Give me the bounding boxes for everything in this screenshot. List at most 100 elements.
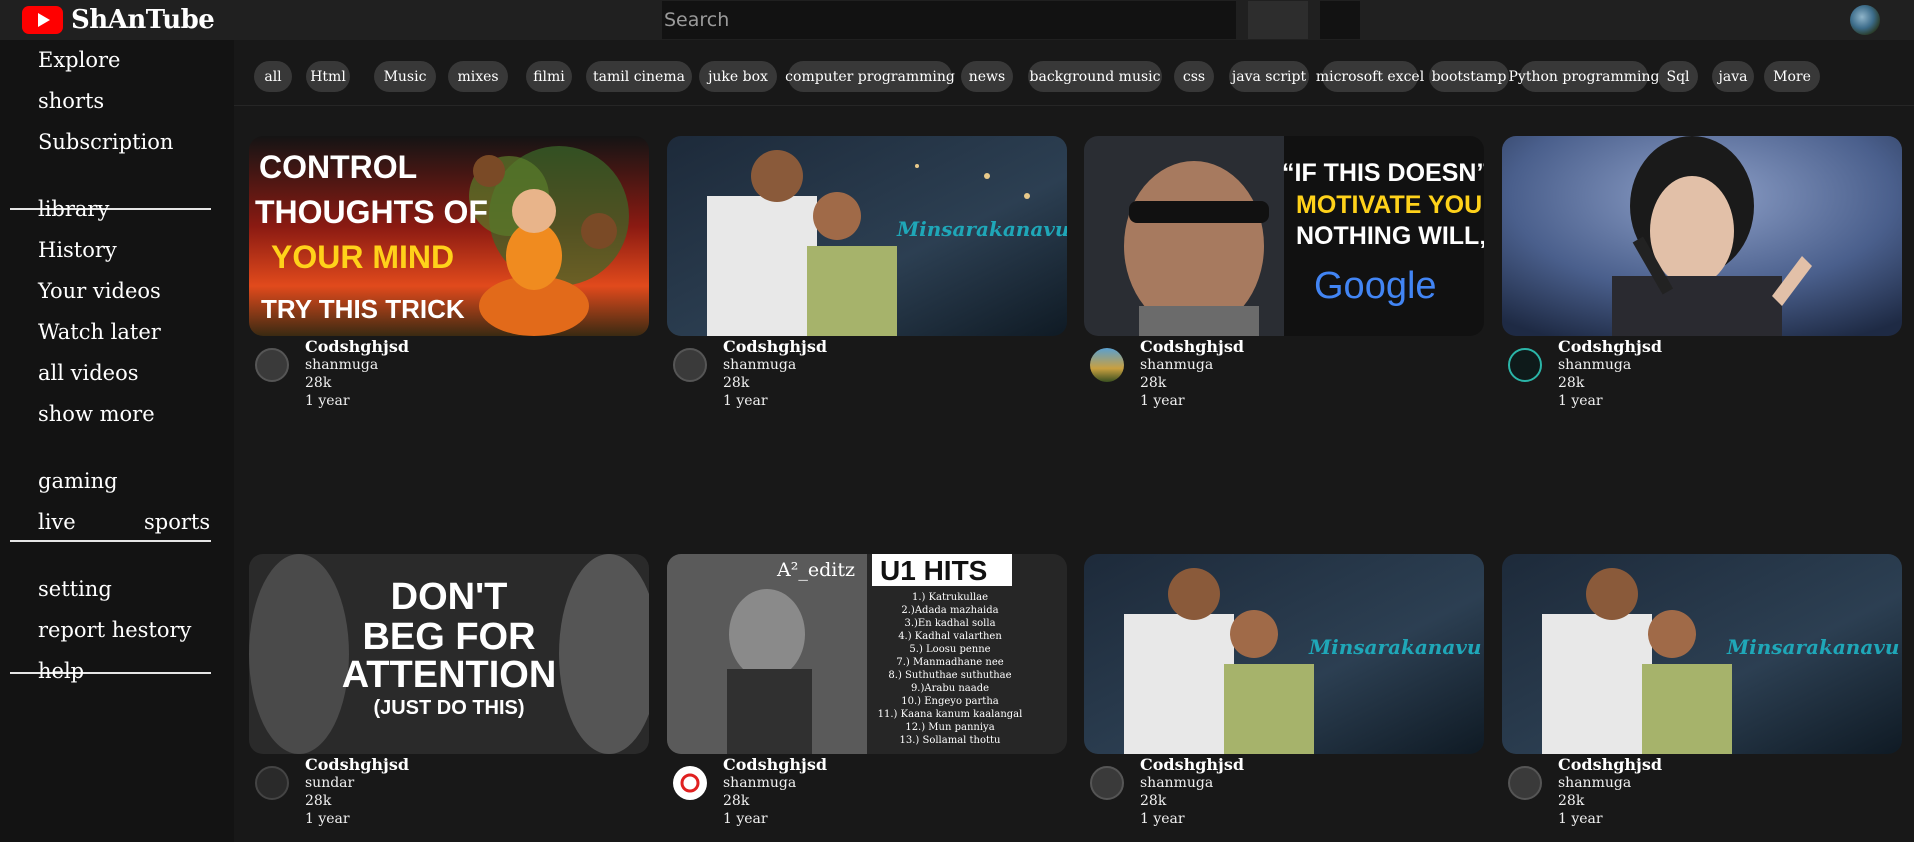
chip-java[interactable]: java: [1712, 61, 1754, 92]
thumb-text: ATTENTION: [342, 654, 557, 696]
sidebar-item-explore[interactable]: Explore: [38, 48, 120, 72]
video-title[interactable]: Codshghjsd: [1140, 338, 1244, 356]
view-count: 28k: [1558, 375, 1585, 391]
sidebar-item-history[interactable]: History: [38, 238, 117, 262]
thumb-text: U1 HITS: [880, 555, 987, 586]
thumb-text: YOUR MIND: [271, 239, 454, 275]
channel-name[interactable]: shanmuga: [1140, 774, 1244, 792]
thumb-text: 8.) Suthuthae suthuthae: [888, 670, 1011, 681]
video-title[interactable]: Codshghjsd: [723, 756, 827, 774]
chip-bootstamp[interactable]: bootstamp: [1429, 61, 1509, 92]
thumb-text: 5.) Loosu penne: [909, 644, 990, 655]
chip-filmi[interactable]: filmi: [526, 61, 572, 92]
thumb-text: (JUST DO THIS): [373, 697, 524, 719]
chip-html[interactable]: Html: [306, 61, 350, 92]
sidebar-item-report-history[interactable]: report hestory: [38, 618, 191, 642]
sidebar-item-show-more[interactable]: show more: [38, 402, 155, 426]
channel-avatar[interactable]: [673, 348, 707, 382]
chip-css[interactable]: css: [1174, 61, 1214, 92]
view-count: 28k: [305, 793, 332, 809]
channel-name[interactable]: sundar: [305, 774, 409, 792]
channel-avatar[interactable]: [255, 766, 289, 800]
channel-avatar[interactable]: [673, 766, 707, 800]
view-count: 28k: [723, 793, 750, 809]
video-meta: Codshghjsd shanmuga 28k 1 year: [1558, 756, 1662, 828]
sidebar-item-live[interactable]: live: [38, 510, 76, 534]
video-meta: Codshghjsd shanmuga 28k 1 year: [723, 338, 827, 410]
user-avatar[interactable]: [1850, 5, 1880, 35]
chip-microsoft-excel[interactable]: microsoft excel: [1316, 61, 1424, 92]
channel-name[interactable]: shanmuga: [1558, 774, 1662, 792]
video-thumbnail[interactable]: Minsarakanavu: [1502, 554, 1902, 754]
video-title[interactable]: Codshghjsd: [1558, 338, 1662, 356]
channel-name[interactable]: shanmuga: [1140, 356, 1244, 374]
channel-avatar[interactable]: [1090, 348, 1124, 382]
chip-sql[interactable]: Sql: [1658, 61, 1698, 92]
video-thumbnail[interactable]: “IF THIS DOESN’T MOTIVATE YOU NOTHING WI…: [1084, 136, 1484, 336]
thumb-text: 10.) Engeyo partha: [901, 696, 998, 707]
search-bar: [662, 1, 1360, 39]
upload-age: 1 year: [1140, 393, 1185, 409]
thumb-text: Minsarakanavu: [1308, 635, 1481, 659]
thumb-text: Google: [1314, 265, 1437, 307]
chip-java-script[interactable]: java script: [1229, 61, 1309, 92]
sidebar-item-watch-later[interactable]: Watch later: [38, 320, 161, 344]
chip-tamil-cinema[interactable]: tamil cinema: [586, 61, 692, 92]
thumb-text: 11.) Kaana kanum kaalangal: [878, 709, 1023, 720]
view-count: 28k: [723, 375, 750, 391]
video-title[interactable]: Codshghjsd: [1140, 756, 1244, 774]
brand-home-link[interactable]: ShAnTube: [22, 5, 215, 35]
video-thumbnail[interactable]: DON'T BEG FOR ATTENTION (JUST DO THIS): [249, 554, 649, 754]
chip-juke-box[interactable]: juke box: [699, 61, 777, 92]
view-count: 28k: [1140, 793, 1167, 809]
channel-name[interactable]: shanmuga: [723, 356, 827, 374]
sidebar-item-shorts[interactable]: shorts: [38, 89, 104, 113]
chip-background-music[interactable]: background music: [1028, 61, 1162, 92]
video-title[interactable]: Codshghjsd: [1558, 756, 1662, 774]
sidebar-item-library[interactable]: library: [38, 197, 109, 221]
video-thumbnail[interactable]: Minsarakanavu: [1084, 554, 1484, 754]
channel-avatar[interactable]: [1508, 348, 1542, 382]
video-thumbnail[interactable]: Minsarakanavu: [667, 136, 1067, 336]
video-thumbnail[interactable]: A²_editz U1 HITS 1.) Katrukullae 2.)Adad…: [667, 554, 1067, 754]
channel-name[interactable]: shanmuga: [1558, 356, 1662, 374]
thumb-text: 1.) Katrukullae: [912, 592, 988, 603]
search-input[interactable]: [662, 1, 1236, 39]
video-title[interactable]: Codshghjsd: [723, 338, 827, 356]
channel-name[interactable]: shanmuga: [305, 356, 409, 374]
voice-search-button[interactable]: [1320, 1, 1360, 39]
channel-avatar[interactable]: [1090, 766, 1124, 800]
chip-computer-programming[interactable]: computer programming: [785, 61, 955, 92]
chip-more[interactable]: More: [1764, 61, 1820, 92]
channel-avatar[interactable]: [1508, 766, 1542, 800]
sidebar-item-all-videos[interactable]: all videos: [38, 361, 139, 385]
sidebar-item-gaming[interactable]: gaming: [38, 469, 118, 493]
sidebar-item-your-videos[interactable]: Your videos: [38, 279, 161, 303]
video-meta: Codshghjsd shanmuga 28k 1 year: [305, 338, 409, 410]
video-meta: Codshghjsd shanmuga 28k 1 year: [1558, 338, 1662, 410]
sidebar-item-sports[interactable]: sports: [144, 510, 210, 534]
upload-age: 1 year: [1558, 811, 1603, 827]
search-button[interactable]: [1248, 1, 1308, 39]
sidebar-item-setting[interactable]: setting: [38, 577, 112, 601]
video-thumbnail[interactable]: [1502, 136, 1902, 336]
thumb-text: DON'T: [391, 576, 508, 618]
video-thumbnail[interactable]: CONTROL THOUGHTS OF YOUR MIND TRY THIS T…: [249, 136, 649, 336]
chip-mixes[interactable]: mixes: [448, 61, 508, 92]
chip-all[interactable]: all: [254, 61, 292, 92]
video-title[interactable]: Codshghjsd: [305, 756, 409, 774]
sidebar-item-help[interactable]: help: [38, 659, 84, 683]
channel-avatar[interactable]: [255, 348, 289, 382]
thumb-text: CONTROL: [259, 149, 417, 185]
thumb-text: A²_editz: [776, 559, 855, 581]
sidebar-item-subscription[interactable]: Subscription: [38, 130, 173, 154]
chip-news[interactable]: news: [961, 61, 1013, 92]
thumb-text: “IF THIS DOESN’T: [1282, 159, 1484, 187]
channel-name[interactable]: shanmuga: [723, 774, 827, 792]
upload-age: 1 year: [1140, 811, 1185, 827]
chip-music[interactable]: Music: [374, 61, 436, 92]
video-title[interactable]: Codshghjsd: [305, 338, 409, 356]
thumb-text: Minsarakanavu: [1726, 635, 1899, 659]
chip-python-programming[interactable]: Python programming: [1509, 61, 1659, 92]
youtube-play-icon: [22, 6, 63, 34]
